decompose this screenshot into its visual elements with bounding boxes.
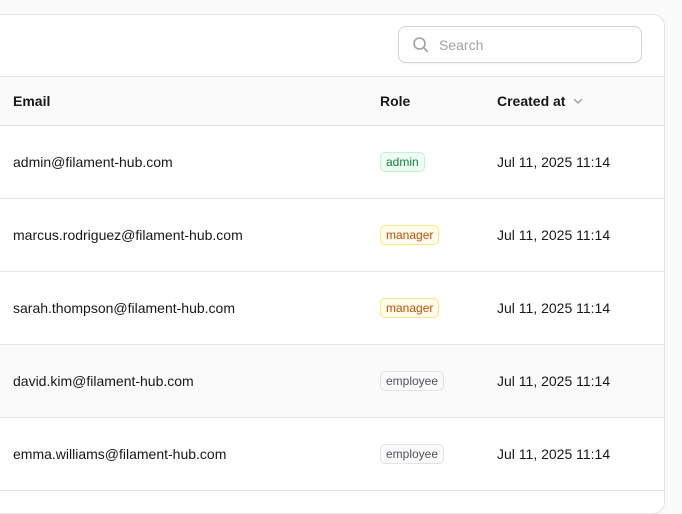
role-cell: manager bbox=[380, 271, 497, 344]
table-row[interactable]: david.kim@filament-hub.com employee Jul … bbox=[0, 344, 664, 417]
column-header-role: Role bbox=[380, 77, 497, 125]
sort-created-at-button[interactable]: Created at bbox=[497, 93, 585, 109]
created-at-cell: Jul 11, 2025 11:14 bbox=[497, 226, 611, 243]
role-cell: employee bbox=[380, 344, 497, 417]
users-table-panel: Email Role Created at bbox=[0, 14, 665, 514]
table-row[interactable]: marcus.rodriguez@filament-hub.com manage… bbox=[0, 198, 664, 271]
role-cell: admin bbox=[380, 125, 497, 198]
role-cell: employee bbox=[380, 417, 497, 490]
role-badge: employee bbox=[380, 370, 445, 391]
search-input[interactable] bbox=[439, 36, 619, 53]
role-cell: manager bbox=[380, 198, 497, 271]
created-at-cell: Jul 11, 2025 11:14 bbox=[497, 445, 611, 462]
role-badge: manager bbox=[380, 224, 440, 245]
email-cell: david.kim@filament-hub.com bbox=[13, 372, 194, 389]
table-header-row: Email Role Created at bbox=[0, 77, 664, 125]
role-badge: employee bbox=[380, 443, 445, 464]
created-at-cell: Jul 11, 2025 11:14 bbox=[497, 153, 611, 170]
column-header-label: Created at bbox=[497, 92, 566, 109]
users-table: Email Role Created at admin@filament-hub… bbox=[0, 77, 664, 491]
search-box[interactable] bbox=[398, 26, 642, 63]
chevron-down-icon bbox=[571, 94, 585, 108]
search-icon bbox=[411, 35, 431, 55]
email-cell: sarah.thompson@filament-hub.com bbox=[13, 299, 235, 316]
role-badge: admin bbox=[380, 151, 425, 172]
column-header-label: Email bbox=[13, 92, 51, 109]
email-cell: marcus.rodriguez@filament-hub.com bbox=[13, 226, 243, 243]
table-row[interactable]: admin@filament-hub.com admin Jul 11, 202… bbox=[0, 125, 664, 198]
column-header-email: Email bbox=[0, 77, 380, 125]
column-header-label: Role bbox=[380, 92, 411, 109]
table-row[interactable]: sarah.thompson@filament-hub.com manager … bbox=[0, 271, 664, 344]
email-cell: admin@filament-hub.com bbox=[13, 153, 173, 170]
column-header-created-at[interactable]: Created at bbox=[497, 77, 664, 125]
created-at-cell: Jul 11, 2025 11:14 bbox=[497, 372, 611, 389]
table-toolbar bbox=[0, 15, 664, 77]
created-at-cell: Jul 11, 2025 11:14 bbox=[497, 299, 611, 316]
email-cell: emma.williams@filament-hub.com bbox=[13, 445, 227, 462]
role-badge: manager bbox=[380, 297, 440, 318]
table-row[interactable]: emma.williams@filament-hub.com employee … bbox=[0, 417, 664, 490]
